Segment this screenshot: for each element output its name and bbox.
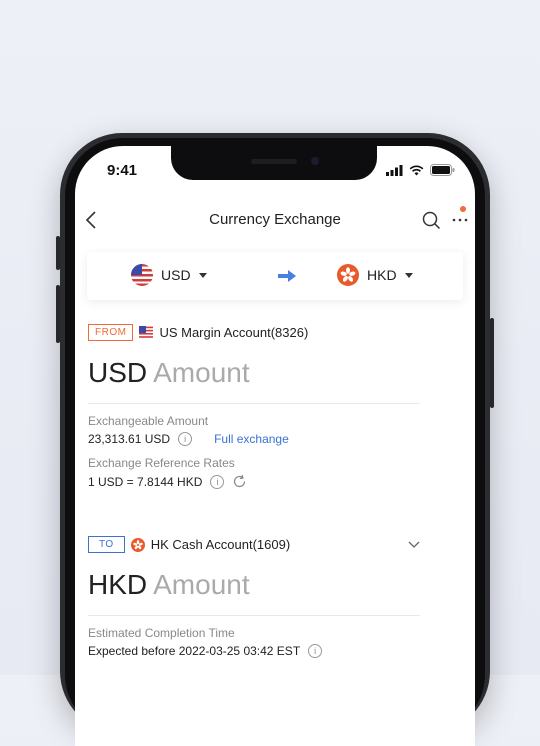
more-icon[interactable] — [451, 211, 469, 229]
notch — [171, 146, 377, 180]
info-icon[interactable]: i — [308, 644, 323, 658]
hk-flag-icon — [337, 264, 359, 286]
page-title: Currency Exchange — [209, 211, 341, 228]
to-account-name: HK Cash Account(1609) — [150, 537, 291, 552]
divider — [88, 615, 420, 616]
exchangeable-label: Exchangeable Amount — [88, 414, 209, 428]
to-currency-code: HKD — [367, 267, 397, 283]
chevron-down-icon — [198, 272, 207, 278]
from-section: FROM US Margin Account(8326) USD Amount E… — [88, 324, 420, 489]
completion-value: Expected before 2022-03-25 03:42 EST — [88, 644, 301, 658]
from-amount-input[interactable]: USD Amount — [88, 357, 420, 397]
hk-flag-icon — [130, 537, 145, 552]
chevron-down-icon[interactable] — [408, 541, 420, 549]
from-amount-currency: USD — [88, 357, 148, 388]
completion-label: Estimated Completion Time — [88, 626, 235, 640]
us-flag-icon — [131, 264, 153, 286]
full-exchange-link[interactable]: Full exchange — [214, 432, 289, 446]
status-icons — [386, 164, 455, 176]
to-amount-placeholder: Amount — [153, 569, 250, 600]
from-amount-placeholder: Amount — [153, 357, 250, 388]
us-flag-icon — [139, 325, 154, 340]
chevron-down-icon — [404, 272, 413, 278]
battery-icon — [430, 164, 455, 176]
phone-frame: 9:41 Currency Exchange USD HKD FROM US M… — [60, 133, 490, 746]
exchangeable-row: 23,313.61 USD i Full exchange — [88, 432, 420, 446]
camera — [311, 157, 319, 165]
signal-icon — [386, 164, 403, 176]
rate-value: 1 USD = 7.8144 HKD — [88, 474, 203, 489]
speaker — [251, 159, 297, 164]
exchangeable-value: 23,313.61 USD — [88, 432, 171, 446]
to-section: TO HK Cash Account(1609) HKD Amount Estim… — [88, 536, 420, 658]
rate-row: 1 USD = 7.8144 HKD i — [88, 474, 420, 489]
phone-screen: 9:41 Currency Exchange USD HKD FROM US M… — [75, 146, 475, 746]
right-arrow-icon — [278, 270, 296, 282]
completion-row: Expected before 2022-03-25 03:42 EST i — [88, 644, 420, 658]
to-amount-currency: HKD — [88, 569, 148, 600]
info-icon[interactable]: i — [178, 432, 193, 446]
from-tag: FROM — [88, 324, 134, 341]
from-account-row[interactable]: FROM US Margin Account(8326) — [88, 324, 420, 341]
to-amount-input[interactable]: HKD Amount — [88, 569, 420, 609]
refresh-icon[interactable] — [232, 474, 247, 489]
currency-pair-selector: USD HKD — [87, 252, 463, 300]
status-time: 9:41 — [107, 162, 138, 179]
from-currency-select[interactable]: USD — [131, 264, 207, 286]
to-tag: TO — [88, 536, 125, 553]
info-icon[interactable]: i — [210, 474, 225, 489]
nav-bar: Currency Exchange — [75, 201, 475, 241]
wifi-icon — [409, 164, 424, 175]
from-account-name: US Margin Account(8326) — [159, 325, 309, 340]
to-account-row[interactable]: TO HK Cash Account(1609) — [88, 536, 420, 553]
search-icon[interactable] — [422, 211, 441, 230]
rate-label: Exchange Reference Rates — [88, 456, 235, 470]
to-currency-select[interactable]: HKD — [337, 264, 413, 286]
divider — [88, 403, 420, 404]
from-currency-code: USD — [161, 267, 191, 283]
notification-dot — [460, 206, 466, 212]
phone-button — [490, 318, 494, 408]
